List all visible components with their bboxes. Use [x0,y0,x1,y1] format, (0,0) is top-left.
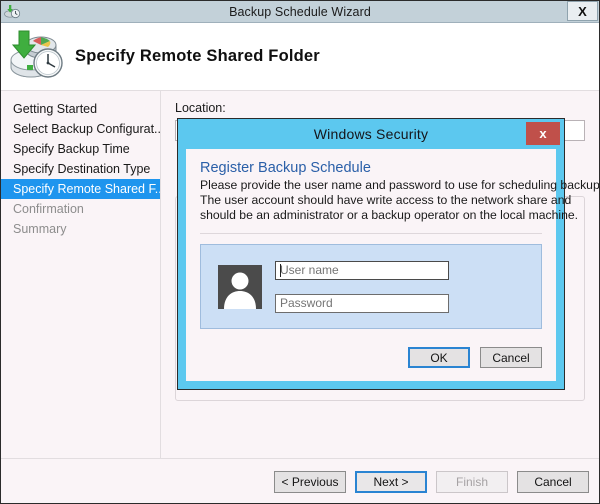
dialog-title: Windows Security [313,126,429,142]
dialog-separator [200,233,542,234]
sidebar-item-summary[interactable]: Summary [1,219,160,239]
previous-button[interactable]: < Previous [274,470,346,493]
dialog-cancel-button[interactable]: Cancel [480,347,542,368]
dialog-close-button[interactable]: x [526,122,560,145]
username-row [275,260,449,280]
wizard-footer: < Previous Next > Finish Cancel [1,458,599,503]
wizard-header: Specify Remote Shared Folder [1,23,599,91]
dialog-body: Register Backup Schedule Please provide … [186,149,600,381]
backup-schedule-wizard-window: Backup Schedule Wizard X Specify Remote … [0,0,600,504]
password-input[interactable] [275,293,449,313]
dialog-description-line3: should be an administrator or a backup o… [200,208,579,222]
credential-fields [275,260,449,313]
wizard-step-sidebar: Getting Started Select Backup Configurat… [1,91,161,458]
cancel-button[interactable]: Cancel [517,470,589,493]
sidebar-item-confirmation[interactable]: Confirmation [1,199,160,219]
username-input[interactable] [275,260,449,280]
sidebar-item-specify-remote-shared-folder[interactable]: Specify Remote Shared F... [1,179,160,199]
finish-button: Finish [436,470,508,493]
sidebar-item-specify-destination-type[interactable]: Specify Destination Type [1,159,160,179]
window-close-button[interactable]: X [567,1,598,21]
dialog-description-line2: The user account should have write acces… [200,193,572,207]
location-label: Location: [175,101,226,115]
next-button[interactable]: Next > [355,470,427,493]
sidebar-item-select-backup-configuration[interactable]: Select Backup Configurat... [1,119,160,139]
credentials-panel [200,244,542,329]
text-caret [280,263,281,277]
page-title: Specify Remote Shared Folder [75,47,320,65]
sidebar-item-getting-started[interactable]: Getting Started [1,99,160,119]
dialog-titlebar: Windows Security x [178,119,564,149]
window-title: Backup Schedule Wizard [229,4,371,19]
window-titlebar: Backup Schedule Wizard X [1,1,599,23]
windows-security-dialog: Windows Security x Register Backup Sched… [177,118,600,390]
dialog-ok-button[interactable]: OK [408,347,470,368]
backup-disk-clock-icon [7,27,69,87]
user-avatar-icon [218,264,262,309]
dialog-description-line1: Please provide the user name and passwor… [200,178,600,192]
backup-schedule-icon [4,3,21,20]
dialog-button-row: OK Cancel [398,347,542,368]
dialog-heading: Register Backup Schedule [200,160,371,176]
sidebar-item-specify-backup-time[interactable]: Specify Backup Time [1,139,160,159]
